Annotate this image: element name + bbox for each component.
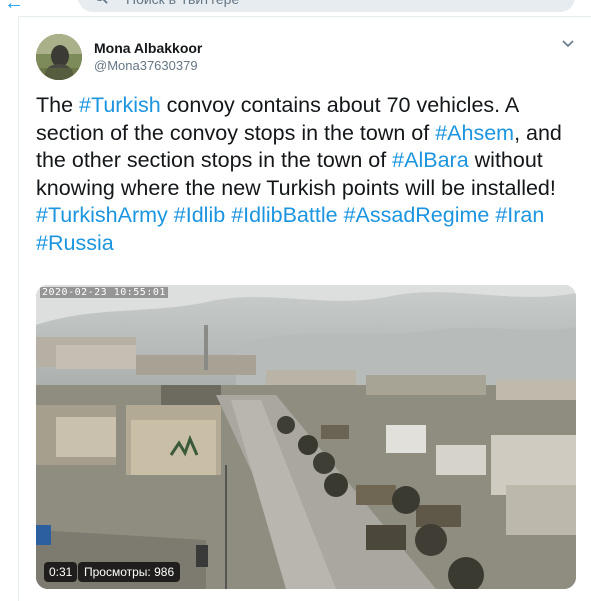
search-input[interactable] (126, 0, 526, 8)
hashtag-link[interactable]: #Iran (495, 203, 544, 227)
search-box[interactable] (78, 0, 575, 12)
hashtag-link[interactable]: #Idlib (174, 203, 225, 227)
chevron-down-icon[interactable] (560, 38, 576, 50)
hashtag-link[interactable]: #TurkishArmy (36, 203, 168, 227)
hashtag-link[interactable]: #AlBara (392, 148, 469, 172)
avatar-image (36, 34, 82, 80)
author-name[interactable]: Mona Albakkoor (94, 40, 202, 56)
author-handle[interactable]: @Mona37630379 (94, 58, 198, 73)
video-views-badge: Просмотры: 986 (78, 562, 181, 582)
top-bar: ← (0, 0, 591, 16)
avatar[interactable] (36, 34, 82, 80)
hashtag-link[interactable]: #Turkish (79, 93, 161, 117)
video-frame (36, 285, 576, 589)
hashtag-link[interactable]: #Ahsem (435, 121, 514, 145)
video-duration-badge: 0:31 (44, 562, 78, 582)
back-arrow-icon[interactable]: ← (4, 0, 26, 14)
tweet-card: Mona Albakkoor @Mona37630379 The #Turkis… (18, 16, 591, 601)
hashtag-link[interactable]: #AssadRegime (344, 203, 490, 227)
tweet-text: The #Turkish convoy contains about 70 ve… (36, 92, 576, 257)
hashtag-link[interactable]: #Russia (36, 231, 114, 255)
video-timestamp: 2020-02-23 10:55:01 (40, 287, 168, 298)
tweet-text-segment: The (36, 93, 80, 117)
hashtag-link[interactable]: #IdlibBattle (231, 203, 337, 227)
video-player[interactable]: 2020-02-23 10:55:01 0:31 Просмотры: 986 (36, 285, 576, 589)
search-icon (96, 0, 108, 4)
